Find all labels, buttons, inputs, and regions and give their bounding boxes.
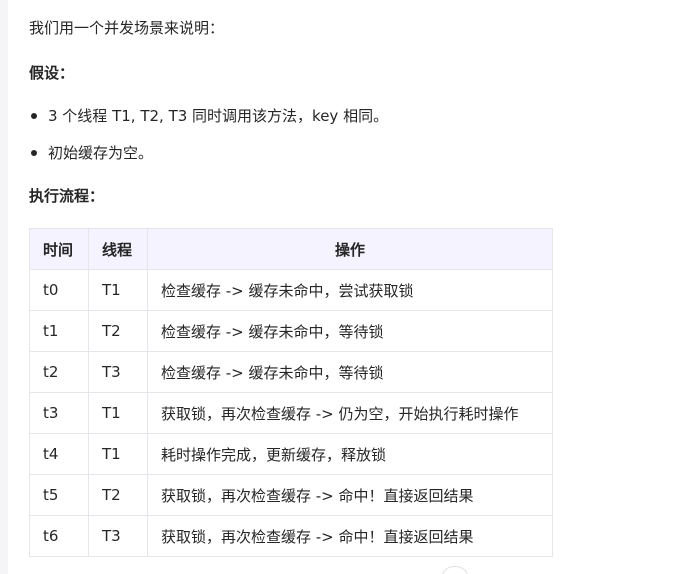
list-item-text: 初始缓存为空。 (48, 144, 154, 162)
cell-thread: T2 (88, 474, 148, 516)
assumptions-heading: 假设： (29, 64, 75, 82)
cell-operation: 耗时操作完成，更新缓存，释放锁 (147, 433, 553, 475)
list-item-text: 3 个线程 T1, T2, T3 同时调用该方法，key 相同。 (48, 107, 389, 125)
cell-time: t4 (29, 433, 89, 475)
cell-thread: T1 (88, 433, 148, 475)
cell-operation: 获取锁，再次检查缓存 -> 命中！直接返回结果 (147, 515, 553, 557)
cell-operation: 获取锁，再次检查缓存 -> 仍为空，开始执行耗时操作 (147, 392, 553, 434)
flow-heading: 执行流程： (29, 187, 105, 205)
table-row: t0 T1 检查缓存 -> 缓存未命中，尝试获取锁 (29, 269, 553, 311)
intro-paragraph: 我们用一个并发场景来说明： (29, 19, 225, 37)
cell-time: t3 (29, 392, 89, 434)
cell-time: t6 (29, 515, 89, 557)
left-rail (0, 0, 8, 574)
cell-time: t5 (29, 474, 89, 516)
table-row: t6 T3 获取锁，再次检查缓存 -> 命中！直接返回结果 (29, 515, 553, 557)
table-header-row: 时间 线程 操作 (29, 228, 553, 270)
cell-operation: 检查缓存 -> 缓存未命中，尝试获取锁 (147, 269, 553, 311)
cell-time: t2 (29, 351, 89, 393)
column-header-thread: 线程 (88, 228, 148, 270)
table-row: t3 T1 获取锁，再次检查缓存 -> 仍为空，开始执行耗时操作 (29, 392, 553, 434)
bullet-dot-icon (31, 113, 37, 119)
list-item: 初始缓存为空。 (29, 141, 388, 165)
scroll-to-bottom-button[interactable] (441, 566, 469, 574)
column-header-time: 时间 (29, 228, 89, 270)
assumptions-list: 3 个线程 T1, T2, T3 同时调用该方法，key 相同。 初始缓存为空。 (29, 104, 388, 178)
table-row: t1 T2 检查缓存 -> 缓存未命中，等待锁 (29, 310, 553, 352)
cell-thread: T3 (88, 515, 148, 557)
column-header-operation: 操作 (147, 228, 553, 270)
cell-thread: T1 (88, 269, 148, 311)
cell-time: t0 (29, 269, 89, 311)
cell-thread: T3 (88, 351, 148, 393)
cell-thread: T2 (88, 310, 148, 352)
cell-thread: T1 (88, 392, 148, 434)
cell-operation: 获取锁，再次检查缓存 -> 命中！直接返回结果 (147, 474, 553, 516)
cell-time: t1 (29, 310, 89, 352)
cell-operation: 检查缓存 -> 缓存未命中，等待锁 (147, 351, 553, 393)
table-row: t4 T1 耗时操作完成，更新缓存，释放锁 (29, 433, 553, 475)
list-item: 3 个线程 T1, T2, T3 同时调用该方法，key 相同。 (29, 104, 388, 128)
table-row: t5 T2 获取锁，再次检查缓存 -> 命中！直接返回结果 (29, 474, 553, 516)
execution-flow-table: 时间 线程 操作 t0 T1 检查缓存 -> 缓存未命中，尝试获取锁 t1 T2… (29, 228, 553, 557)
table-row: t2 T3 检查缓存 -> 缓存未命中，等待锁 (29, 351, 553, 393)
bullet-dot-icon (31, 150, 37, 156)
cell-operation: 检查缓存 -> 缓存未命中，等待锁 (147, 310, 553, 352)
